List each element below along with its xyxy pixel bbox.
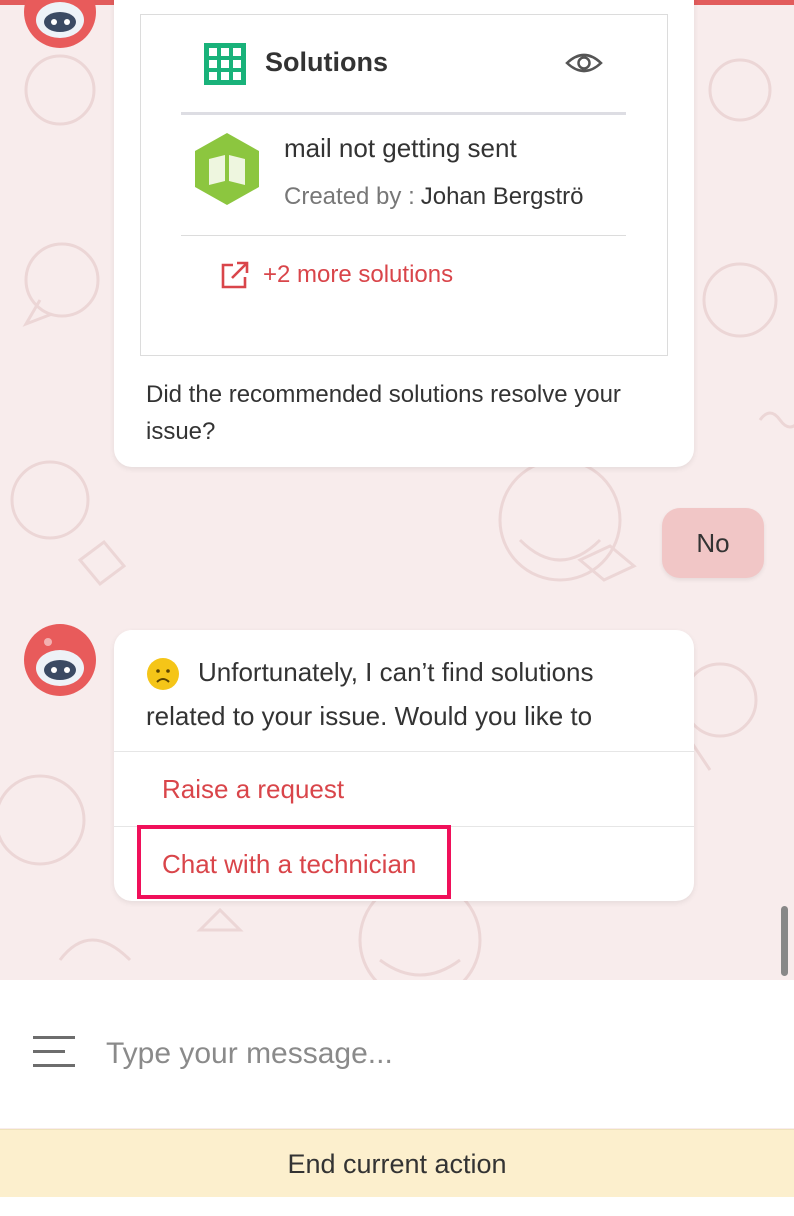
bot-message-solutions: Solutions mail not getting sent Created …	[114, 0, 694, 467]
bot-avatar-icon	[24, 624, 96, 696]
card-divider	[181, 112, 626, 115]
message-input[interactable]	[104, 1030, 748, 1078]
bottom-strip	[0, 1197, 794, 1216]
solutions-card: Solutions mail not getting sent Created …	[140, 14, 668, 356]
solution-item-title[interactable]: mail not getting sent	[284, 133, 517, 164]
end-current-action-label: End current action	[287, 1149, 507, 1179]
card-divider	[181, 235, 626, 236]
option-divider	[114, 751, 694, 752]
grid-icon	[204, 43, 246, 85]
bot-reply-message: Unfortunately, I can’t find solutions re…	[146, 657, 594, 731]
solutions-title: Solutions	[265, 47, 388, 77]
bot-question-text: Did the recommended solutions resolve yo…	[146, 381, 621, 445]
message-composer	[0, 980, 794, 1128]
user-message: No	[662, 508, 764, 578]
bot-message-options: Unfortunately, I can’t find solutions re…	[114, 630, 694, 901]
end-current-action-button[interactable]: End current action	[0, 1129, 794, 1198]
created-by-name: Johan Bergströ	[420, 183, 584, 210]
created-by-label: Created by :	[284, 183, 415, 210]
book-hexagon-icon	[195, 133, 259, 205]
more-solutions-link[interactable]: +2 more solutions	[219, 259, 453, 291]
external-link-icon	[221, 261, 249, 289]
raise-request-option[interactable]: Raise a request	[162, 774, 344, 805]
solution-created-by: Created by : Johan Bergströ	[284, 183, 584, 211]
menu-icon[interactable]	[31, 1034, 77, 1068]
scrollbar[interactable]	[781, 906, 788, 976]
bot-reply-text: Unfortunately, I can’t find solutions re…	[146, 650, 666, 738]
option-divider	[114, 826, 694, 827]
more-solutions-label: +2 more solutions	[263, 261, 454, 288]
bot-avatar-icon	[24, 0, 96, 48]
chat-technician-option[interactable]: Chat with a technician	[162, 849, 416, 880]
user-message-text: No	[696, 528, 730, 558]
eye-icon[interactable]	[565, 49, 603, 77]
